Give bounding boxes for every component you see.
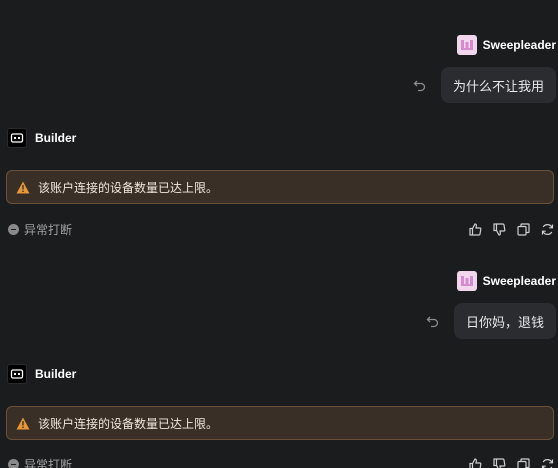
bot-header: Builder <box>7 128 76 148</box>
status-info: 异常打断 <box>8 221 72 238</box>
warning-icon <box>16 181 30 193</box>
status-text: 异常打断 <box>24 222 73 237</box>
user-avatar <box>456 271 477 291</box>
robot-icon <box>10 369 24 379</box>
regenerate-icon[interactable] <box>541 458 554 468</box>
message-actions <box>469 457 554 468</box>
alert-text: 该账户连接的设备数量已达上限。 <box>38 416 219 431</box>
alert-text: 该账户连接的设备数量已达上限。 <box>38 180 219 195</box>
message-status-row: 异常打断 <box>8 456 554 468</box>
bot-header: Builder <box>7 364 76 384</box>
bot-avatar <box>7 364 27 384</box>
bot-avatar <box>7 128 27 148</box>
user-message-bubble: 日你妈，退钱 <box>453 303 556 339</box>
message-status-row: 异常打断 <box>8 221 554 237</box>
message-actions <box>469 222 554 236</box>
interrupted-icon <box>8 458 19 468</box>
thumbs-down-icon[interactable] <box>493 222 506 236</box>
user-message-row: 日你妈，退钱 <box>426 303 556 339</box>
status-info: 异常打断 <box>8 456 72 468</box>
user-header: Sweepleader <box>456 271 556 291</box>
thumbs-up-icon[interactable] <box>469 457 482 468</box>
error-alert: 该账户连接的设备数量已达上限。 <box>6 406 554 440</box>
bot-name: Builder <box>35 367 77 381</box>
pink-avatar-icon <box>460 276 473 286</box>
error-alert: 该账户连接的设备数量已达上限。 <box>6 170 554 204</box>
undo-icon[interactable] <box>426 314 440 328</box>
copy-icon[interactable] <box>517 222 530 236</box>
status-text: 异常打断 <box>24 457 73 468</box>
chat-page: Sweepleader 为什么不让我用 Builder 该账户连接的设备数量已达… <box>0 0 558 468</box>
user-header: Sweepleader <box>456 35 556 55</box>
user-name: Sweepleader <box>482 274 556 288</box>
copy-icon[interactable] <box>517 457 530 468</box>
user-message-bubble: 为什么不让我用 <box>440 67 556 103</box>
user-name: Sweepleader <box>482 38 556 52</box>
user-message-row: 为什么不让我用 <box>413 67 556 103</box>
regenerate-icon[interactable] <box>541 223 554 236</box>
bot-name: Builder <box>35 131 77 145</box>
thumbs-up-icon[interactable] <box>469 222 482 236</box>
interrupted-icon <box>8 223 19 235</box>
robot-icon <box>10 133 24 143</box>
user-avatar <box>456 35 477 55</box>
undo-icon[interactable] <box>413 78 427 92</box>
pink-avatar-icon <box>460 40 473 50</box>
thumbs-down-icon[interactable] <box>493 457 506 468</box>
warning-icon <box>16 417 30 429</box>
